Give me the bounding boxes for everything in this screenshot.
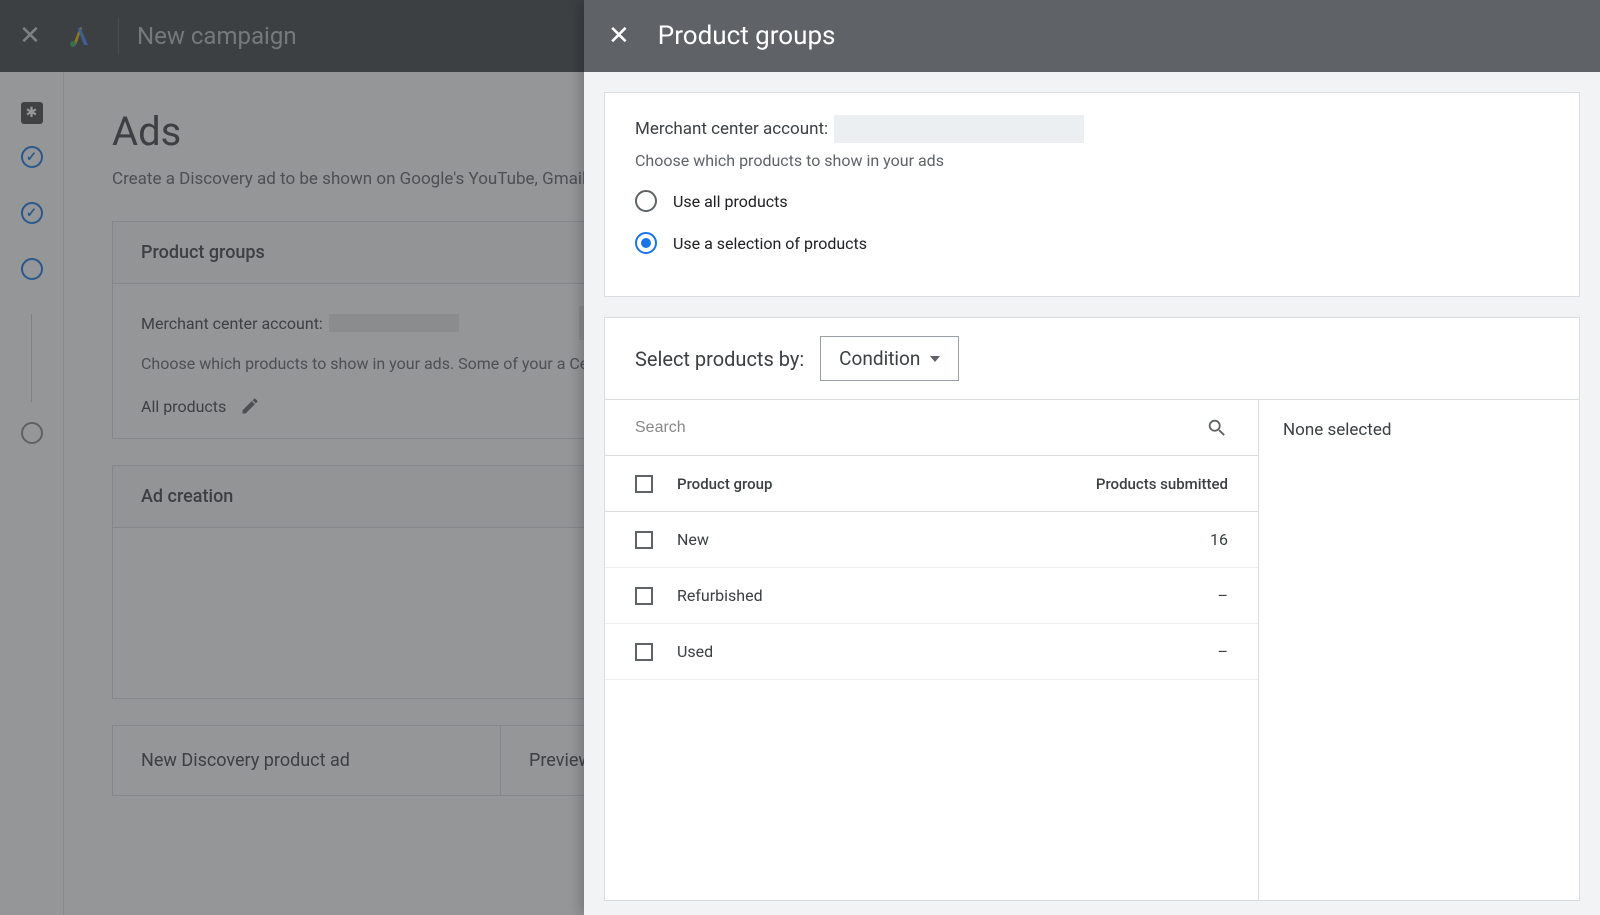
row-label: New bbox=[677, 530, 1078, 549]
table-header: Product group Products submitted bbox=[605, 456, 1258, 512]
radio-label: Use a selection of products bbox=[673, 234, 867, 253]
radio-label: Use all products bbox=[673, 192, 788, 211]
scrim-overlay[interactable] bbox=[0, 0, 584, 915]
none-selected-label: None selected bbox=[1283, 420, 1391, 440]
checkbox[interactable] bbox=[635, 643, 653, 661]
checkbox[interactable] bbox=[635, 531, 653, 549]
table-body: New16Refurbished–Used– bbox=[605, 512, 1258, 680]
checkbox[interactable] bbox=[635, 587, 653, 605]
dropdown-value: Condition bbox=[839, 347, 920, 370]
search-icon[interactable] bbox=[1206, 417, 1228, 439]
col-header-count: Products submitted bbox=[1078, 475, 1228, 493]
row-label: Used bbox=[677, 642, 1078, 661]
product-groups-panel: ✕ Product groups Merchant center account… bbox=[584, 0, 1600, 915]
panel-title: Product groups bbox=[658, 21, 836, 51]
col-header-group: Product group bbox=[677, 475, 1078, 493]
product-selector-card: Select products by: Condition bbox=[604, 317, 1580, 901]
checkbox-all[interactable] bbox=[635, 475, 653, 493]
radio-use-selection[interactable]: Use a selection of products bbox=[635, 232, 1549, 254]
search-input[interactable] bbox=[635, 419, 1206, 437]
chevron-down-icon bbox=[930, 356, 940, 362]
panel-header: ✕ Product groups bbox=[584, 0, 1600, 72]
selector-right-pane: None selected bbox=[1259, 400, 1579, 900]
radio-use-all[interactable]: Use all products bbox=[635, 190, 1549, 212]
table-row[interactable]: Used– bbox=[605, 624, 1258, 680]
radio-icon bbox=[635, 190, 657, 212]
table-row[interactable]: Refurbished– bbox=[605, 568, 1258, 624]
close-icon[interactable]: ✕ bbox=[608, 21, 630, 51]
panel-top-card: Merchant center account: Choose which pr… bbox=[604, 92, 1580, 297]
row-count: – bbox=[1078, 642, 1228, 661]
select-by-label: Select products by: bbox=[635, 347, 804, 371]
table-row[interactable]: New16 bbox=[605, 512, 1258, 568]
selector-left-pane: Product group Products submitted New16Re… bbox=[605, 400, 1259, 900]
row-count: – bbox=[1078, 586, 1228, 605]
radio-checked-icon bbox=[635, 232, 657, 254]
panel-subtitle: Choose which products to show in your ad… bbox=[635, 151, 1549, 170]
row-label: Refurbished bbox=[677, 586, 1078, 605]
mca-label: Merchant center account: bbox=[635, 119, 828, 139]
condition-dropdown[interactable]: Condition bbox=[820, 336, 959, 381]
mca-value-redacted bbox=[834, 115, 1084, 143]
row-count: 16 bbox=[1078, 530, 1228, 549]
